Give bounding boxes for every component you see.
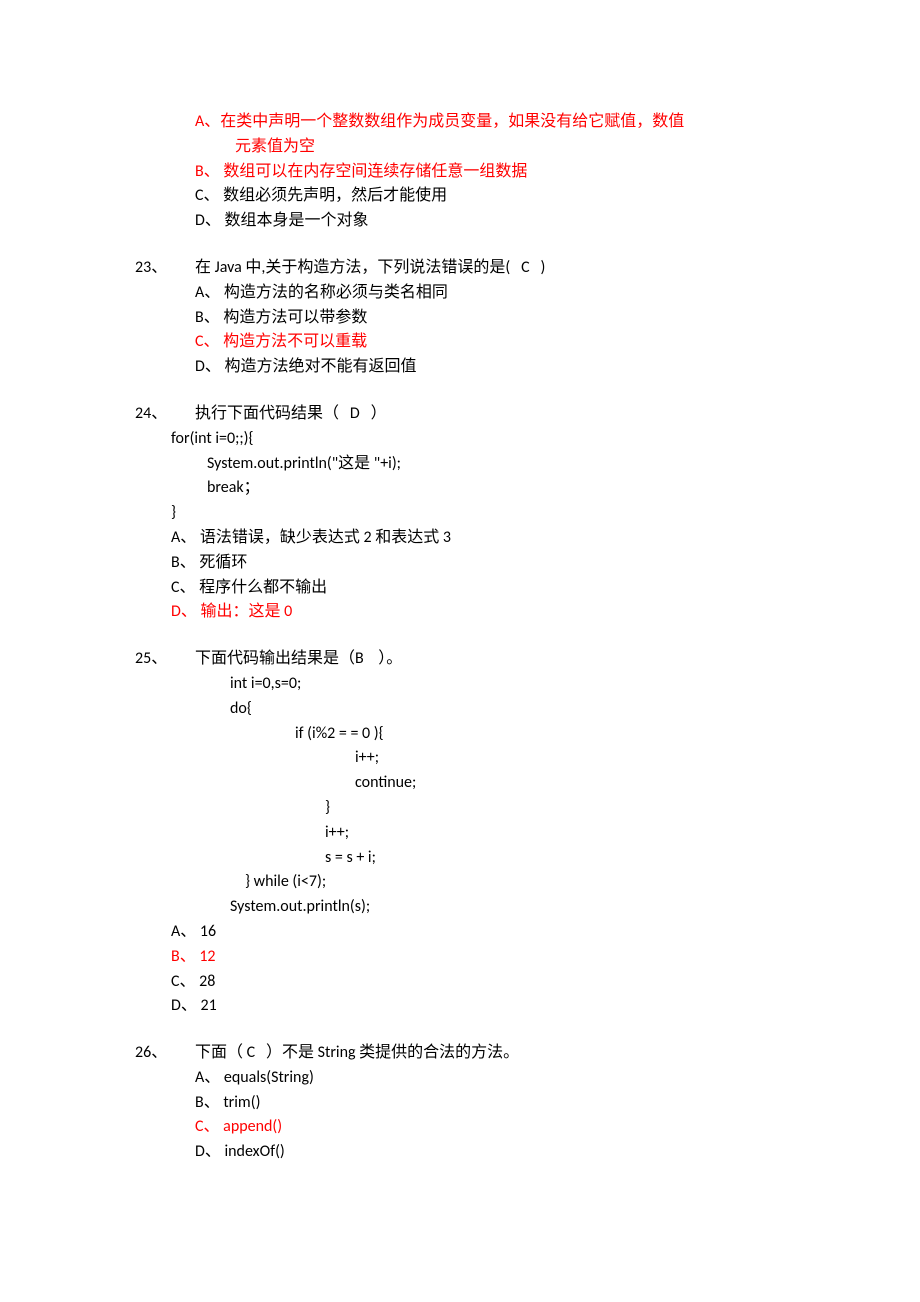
q25-option-c: C、 28 xyxy=(135,970,785,995)
option-text: A、 equals(String) xyxy=(195,1068,314,1087)
option-text: D、 输出：这是 0 xyxy=(171,602,292,621)
q22-option-c: C、 数组必须先声明，然后才能使用 xyxy=(135,184,785,209)
q22-option-a: A、在类中声明一个整数数组作为成员变量，如果没有给它赋值，数值 xyxy=(135,110,785,135)
option-text: A、 16 xyxy=(171,922,216,941)
question-26: 26、下面（ C ）不是 String 类提供的合法的方法。 A、 equals… xyxy=(135,1041,785,1165)
q24-option-a: A、 语法错误，缺少表达式 2 和表达式 3 xyxy=(135,526,785,551)
code-line: i++; xyxy=(135,821,785,846)
stem-text: 下面代码输出结果是（B xyxy=(195,649,364,668)
question-24: 24、执行下面代码结果（ D ） for(int i=0;;){ System.… xyxy=(135,402,785,625)
code-text: continue; xyxy=(355,773,416,792)
code-text: } while (i<7); xyxy=(245,872,326,891)
code-line: s = s + i; xyxy=(135,846,785,871)
code-line: break； xyxy=(135,476,785,501)
question-number: 24、 xyxy=(135,402,195,427)
question-stem: 23、在 Java 中,关于构造方法，下列说法错误的是( C ) xyxy=(135,256,785,281)
code-text: if (i%2 = = 0 ){ xyxy=(295,724,384,743)
code-line: } xyxy=(135,501,785,526)
code-text: break； xyxy=(207,478,260,497)
question-stem: 24、执行下面代码结果（ D ） xyxy=(135,402,785,427)
q22-option-a-cont: 元素值为空 xyxy=(135,135,785,160)
q26-option-a: A、 equals(String) xyxy=(135,1066,785,1091)
code-line: i++; xyxy=(135,746,785,771)
code-line: } xyxy=(135,796,785,821)
option-text: D、 21 xyxy=(171,996,217,1015)
q24-option-c: C、 程序什么都不输出 xyxy=(135,576,785,601)
answer-letter: D xyxy=(350,404,360,423)
q24-option-d: D、 输出：这是 0 xyxy=(135,600,785,625)
stem-text: ） xyxy=(371,404,387,423)
code-line: System.out.println(s); xyxy=(135,895,785,920)
code-text: } xyxy=(325,798,330,817)
option-text: A、 构造方法的名称必须与类名相同 xyxy=(195,283,448,302)
code-text: s = s + i; xyxy=(325,848,376,867)
document-page: A、在类中声明一个整数数组作为成员变量，如果没有给它赋值，数值 元素值为空 B、… xyxy=(0,0,920,1302)
code-text: int i=0,s=0; xyxy=(230,674,301,693)
stem-text: 在 Java 中,关于构造方法，下列说法错误的是( xyxy=(195,258,510,277)
q24-option-b: B、 死循环 xyxy=(135,551,785,576)
q23-option-d: D、 构造方法绝对不能有返回值 xyxy=(135,355,785,380)
code-line: int i=0,s=0; xyxy=(135,672,785,697)
stem-text: 执行下面代码结果（ xyxy=(195,404,339,423)
option-text: B、 构造方法可以带参数 xyxy=(195,308,367,327)
question-23: 23、在 Java 中,关于构造方法，下列说法错误的是( C ) A、 构造方法… xyxy=(135,256,785,380)
code-text: for(int i=0;;){ xyxy=(171,429,254,448)
code-line: } while (i<7); xyxy=(135,870,785,895)
option-text: C、 数组必须先声明，然后才能使用 xyxy=(195,186,447,205)
q22-option-d: D、 数组本身是一个对象 xyxy=(135,209,785,234)
q25-option-b: B、 12 xyxy=(135,945,785,970)
q22-option-b: B、 数组可以在内存空间连续存储任意一组数据 xyxy=(135,160,785,185)
code-text: System.out.println(s); xyxy=(230,897,370,916)
option-text: B、 trim() xyxy=(195,1093,260,1112)
code-line: System.out.println("这是 "+i); xyxy=(135,452,785,477)
q26-option-c: C、 append() xyxy=(135,1115,785,1140)
q25-option-d: D、 21 xyxy=(135,994,785,1019)
q23-option-b: B、 构造方法可以带参数 xyxy=(135,306,785,331)
q23-option-c: C、 构造方法不可以重载 xyxy=(135,330,785,355)
code-text: i++; xyxy=(355,748,379,767)
q26-option-d: D、 indexOf() xyxy=(135,1140,785,1165)
q23-option-a: A、 构造方法的名称必须与类名相同 xyxy=(135,281,785,306)
q25-option-a: A、 16 xyxy=(135,920,785,945)
option-text: B、 12 xyxy=(171,947,216,966)
question-stem: 26、下面（ C ）不是 String 类提供的合法的方法。 xyxy=(135,1041,785,1066)
q26-option-b: B、 trim() xyxy=(135,1091,785,1116)
code-text: i++; xyxy=(325,823,349,842)
option-text: D、 构造方法绝对不能有返回值 xyxy=(195,357,416,376)
option-text: C、 append() xyxy=(195,1117,282,1136)
question-25: 25、下面代码输出结果是（B ）。 int i=0,s=0; do{ if (i… xyxy=(135,647,785,1019)
question-22-options: A、在类中声明一个整数数组作为成员变量，如果没有给它赋值，数值 元素值为空 B、… xyxy=(135,110,785,234)
option-text: 在类中声明一个整数数组作为成员变量，如果没有给它赋值，数值 xyxy=(220,112,684,131)
stem-text: ）不是 String 类提供的合法的方法。 xyxy=(266,1043,519,1062)
code-line: continue; xyxy=(135,771,785,796)
code-text: do{ xyxy=(230,699,252,718)
option-text: D、 数组本身是一个对象 xyxy=(195,211,368,230)
option-text: A、 语法错误，缺少表达式 2 和表达式 3 xyxy=(171,528,451,547)
answer-letter: C xyxy=(521,258,530,277)
code-line: do{ xyxy=(135,697,785,722)
option-text: C、 程序什么都不输出 xyxy=(171,578,327,597)
stem-text: ) xyxy=(541,258,546,277)
question-stem: 25、下面代码输出结果是（B ）。 xyxy=(135,647,785,672)
code-line: for(int i=0;;){ xyxy=(135,427,785,452)
code-text: } xyxy=(171,503,176,522)
option-text: A、 xyxy=(195,112,220,131)
question-number: 26、 xyxy=(135,1041,195,1066)
option-text: B、 数组可以在内存空间连续存储任意一组数据 xyxy=(195,162,527,181)
question-number: 23、 xyxy=(135,256,195,281)
option-text: 元素值为空 xyxy=(235,137,315,156)
option-text: C、 28 xyxy=(171,972,215,991)
option-text: C、 构造方法不可以重载 xyxy=(195,332,367,351)
code-line: if (i%2 = = 0 ){ xyxy=(135,722,785,747)
stem-text: 下面（ C xyxy=(195,1043,255,1062)
stem-text: ）。 xyxy=(378,649,402,668)
option-text: B、 死循环 xyxy=(171,553,247,572)
option-text: D、 indexOf() xyxy=(195,1142,285,1161)
question-number: 25、 xyxy=(135,647,195,672)
code-text: System.out.println("这是 "+i); xyxy=(207,454,401,473)
